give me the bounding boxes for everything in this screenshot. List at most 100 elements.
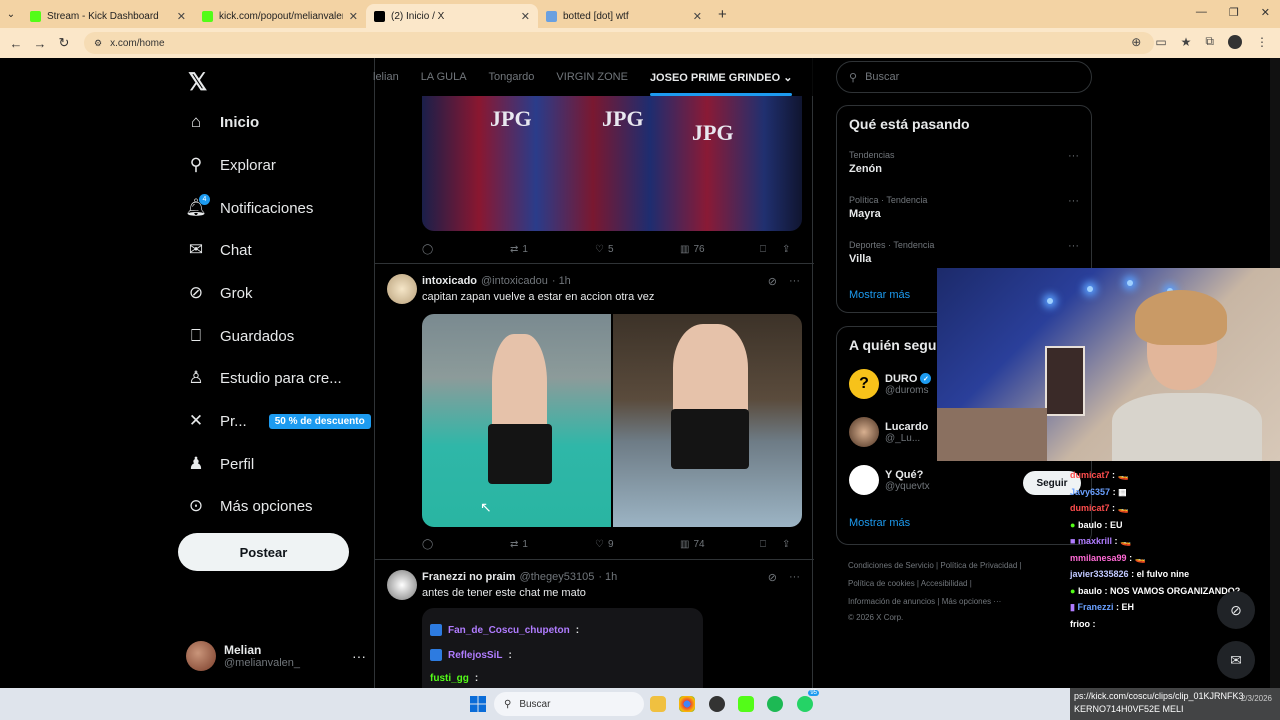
tab-lelian[interactable]: lelian: [373, 71, 399, 83]
browser-tab[interactable]: kick.com/popout/melianvalen/✕: [194, 4, 366, 28]
extensions-icon[interactable]: ⧉: [1205, 34, 1214, 49]
browser-tab[interactable]: Stream - Kick Dashboard ✕: [22, 4, 194, 28]
tab-la-gula[interactable]: LA GULA: [421, 71, 467, 83]
views-button[interactable]: ▥ 74: [680, 539, 760, 550]
menu-icon[interactable]: ⋮: [1256, 35, 1268, 49]
x-logo-icon[interactable]: 𝕏: [188, 68, 207, 97]
close-tab-icon[interactable]: ✕: [693, 10, 702, 23]
follow-suggestion[interactable]: ? DURO ✓ @duroms: [849, 369, 932, 399]
nav-item-premium[interactable]: ✕ Pr... 50 % de descuento: [186, 408, 371, 434]
avatar: [849, 417, 879, 447]
badge-icon: ▮: [1070, 602, 1075, 612]
zoom-icon[interactable]: ⊕: [1131, 35, 1141, 49]
back-icon[interactable]: ←: [4, 36, 28, 51]
nav-item-mas-opciones[interactable]: ⊙ Más opciones: [186, 493, 313, 519]
avatar[interactable]: [387, 570, 417, 600]
tab-joseo-prime-grindeo[interactable]: JOSEO PRIME GRINDEO ⌄: [649, 71, 793, 96]
like-button[interactable]: ♡ 9: [595, 539, 680, 550]
file-explorer-icon[interactable]: [650, 696, 666, 712]
reload-icon[interactable]: ↻: [52, 35, 76, 51]
post-button[interactable]: Postear: [178, 533, 349, 571]
bookmark-button[interactable]: ⎕: [760, 539, 782, 550]
streamer-hair: [1135, 290, 1227, 345]
bookmark-button[interactable]: ⎕: [760, 244, 782, 255]
windows-start-icon[interactable]: [470, 696, 486, 712]
page-favicon-icon: [546, 10, 557, 22]
tab-tongardo[interactable]: Tongardo: [489, 71, 535, 83]
obs-icon[interactable]: [709, 696, 725, 712]
close-tab-icon[interactable]: ✕: [177, 10, 186, 23]
copyright: © 2026 X Corp.: [848, 613, 904, 622]
close-tab-icon[interactable]: ✕: [521, 10, 530, 23]
window-controls: — ❐ ✕: [1196, 6, 1270, 19]
grok-icon[interactable]: ⊘: [768, 275, 777, 288]
messages-floating-button[interactable]: ✉: [1217, 641, 1255, 679]
close-window-icon[interactable]: ✕: [1261, 6, 1270, 19]
nav-item-chat[interactable]: ✉ Chat: [186, 237, 252, 263]
nav-item-explorar[interactable]: ⚲ Explorar: [186, 152, 276, 178]
spotify-icon[interactable]: [767, 696, 783, 712]
more-icon[interactable]: ···: [1068, 240, 1079, 252]
more-icon[interactable]: ···: [789, 571, 800, 584]
grok-floating-button[interactable]: ⊘: [1217, 591, 1255, 629]
search-input[interactable]: ⚲ Buscar: [836, 61, 1092, 93]
trend-item[interactable]: Villa: [849, 253, 871, 265]
trend-item[interactable]: Zenón: [849, 163, 882, 175]
star-icon[interactable]: ★: [1181, 35, 1192, 49]
views-icon: ▥: [680, 538, 690, 550]
chat-message: dumicat7 : 🚤: [1070, 503, 1129, 513]
emote-icon: 🚤: [1117, 470, 1129, 480]
tab-virgin-zone[interactable]: VIRGIN ZONE: [556, 71, 628, 83]
kick-icon[interactable]: [738, 696, 754, 712]
new-tab-button[interactable]: +: [710, 6, 735, 23]
site-info-icon[interactable]: ⚙: [94, 38, 102, 49]
more-icon[interactable]: ···: [352, 648, 366, 664]
nav-item-inicio[interactable]: ⌂ Inicio: [186, 109, 259, 135]
profile-avatar-icon[interactable]: [1228, 34, 1242, 49]
browser-tab[interactable]: botted [dot] wtf ✕: [538, 4, 710, 28]
reply-button[interactable]: ◯: [422, 539, 510, 550]
tweet-media[interactable]: Fan_de_Coscu_chupeton: ReflejosSiL: fust…: [422, 608, 703, 688]
forward-icon[interactable]: →: [28, 36, 52, 51]
chrome-icon[interactable]: [679, 696, 695, 712]
share-button[interactable]: ⇪: [782, 244, 790, 255]
close-tab-icon[interactable]: ✕: [349, 10, 358, 23]
whatsapp-icon[interactable]: 95: [797, 690, 819, 712]
follow-suggestion[interactable]: Lucardo @_Lu...: [849, 417, 928, 447]
share-button[interactable]: ⇪: [782, 539, 790, 550]
url-input[interactable]: ⚙ x.com/home: [84, 32, 1154, 54]
follow-suggestion[interactable]: Y Qué? @yquevtx: [849, 465, 930, 495]
trend-item[interactable]: Mayra: [849, 208, 881, 220]
tweet-media[interactable]: [422, 314, 802, 527]
browser-tab-active[interactable]: (2) Inicio / X ✕: [366, 4, 538, 28]
account-switcher[interactable]: Melian @melianvalen_ ···: [186, 638, 366, 674]
heart-icon: ♡: [595, 538, 604, 550]
more-icon[interactable]: ···: [1068, 195, 1079, 207]
avatar[interactable]: [387, 274, 417, 304]
retweet-button[interactable]: ⇄ 1: [510, 539, 595, 550]
cast-icon[interactable]: ▭: [1155, 35, 1166, 49]
nav-item-perfil[interactable]: ♟ Perfil: [186, 451, 254, 477]
grok-icon[interactable]: ⊘: [768, 571, 777, 584]
maximize-icon[interactable]: ❐: [1229, 6, 1239, 19]
taskbar-search[interactable]: ⚲ Buscar: [494, 692, 644, 716]
chat-row: fusti_gg:: [430, 673, 479, 684]
like-button[interactable]: ♡ 5: [595, 244, 680, 255]
more-icon[interactable]: ···: [1068, 150, 1079, 162]
more-icon[interactable]: ···: [789, 275, 800, 288]
nav-item-grok[interactable]: ⊘ Grok: [186, 280, 253, 306]
notification-badge: 4: [199, 194, 210, 205]
tweet-media[interactable]: JPG JPG JPG: [422, 96, 802, 231]
grok-icon: ⊘: [188, 283, 204, 302]
views-button[interactable]: ▥ 76: [680, 244, 760, 255]
tab-search-icon[interactable]: ⌄: [0, 9, 22, 20]
show-more-link[interactable]: Mostrar más: [849, 289, 910, 301]
reply-button[interactable]: ◯: [422, 244, 510, 255]
minimize-icon[interactable]: —: [1196, 6, 1207, 19]
show-more-link[interactable]: Mostrar más: [849, 517, 910, 529]
x-favicon-icon: [374, 10, 385, 22]
retweet-button[interactable]: ⇄ 1: [510, 244, 595, 255]
nav-item-notificaciones[interactable]: 🔔︎ 4 Notificaciones: [185, 194, 313, 221]
nav-item-estudio[interactable]: ♙ Estudio para cre...: [186, 365, 341, 391]
nav-item-guardados[interactable]: ⎕ Guardados: [186, 323, 294, 349]
